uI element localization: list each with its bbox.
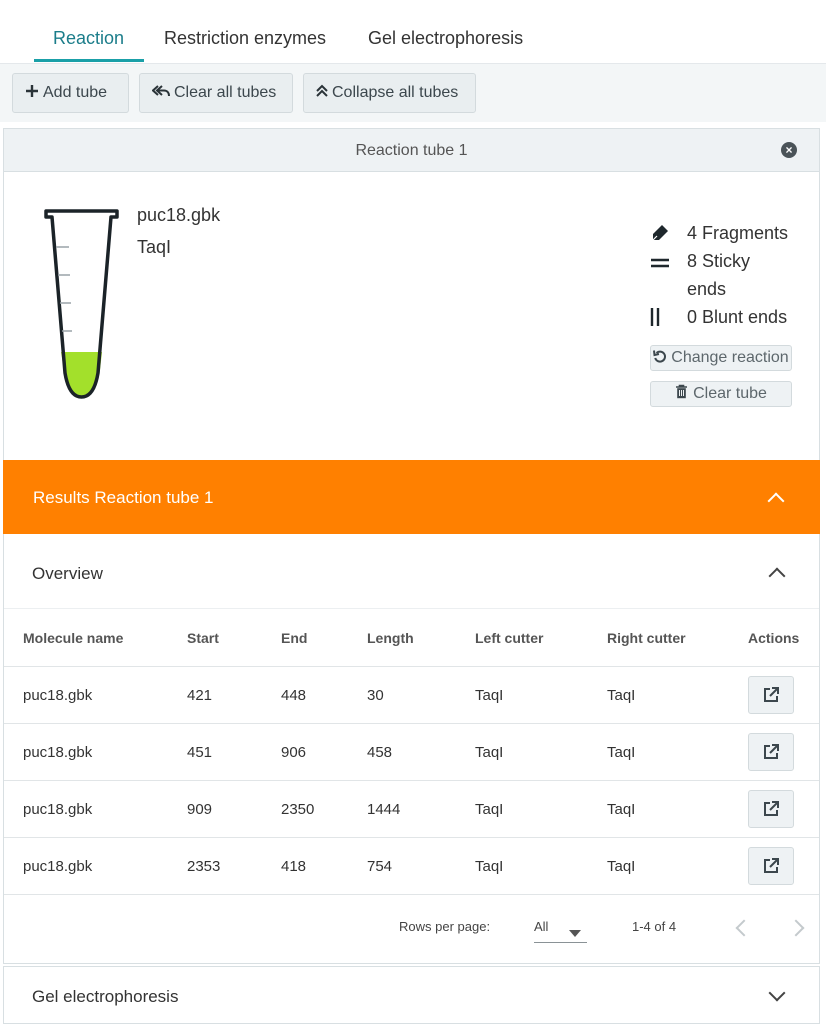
cell-left-cutter: TaqI: [475, 723, 607, 781]
add-tube-label: Add tube: [43, 84, 108, 101]
chevron-up-icon[interactable]: [767, 492, 785, 510]
tab-gel-electrophoresis[interactable]: Gel electrophoresis: [368, 28, 523, 49]
collapse-all-tubes-label: Collapse all tubes: [332, 84, 459, 101]
clear-all-tubes-button[interactable]: Clear all tubes: [139, 73, 293, 113]
add-tube-button[interactable]: Add tube: [12, 73, 129, 113]
trash-icon: [675, 384, 688, 404]
open-fragment-button[interactable]: [748, 847, 794, 885]
pagination-range: 1-4 of 4: [632, 919, 677, 934]
cell-length: 458: [367, 723, 475, 781]
col-length[interactable]: Length: [367, 609, 475, 667]
parallel-lines-icon: [650, 307, 660, 332]
plus-icon: [25, 83, 39, 103]
undo-icon: [653, 349, 667, 368]
fragments-table: Molecule name Start End Length Left cutt…: [4, 609, 819, 895]
external-link-icon: [764, 744, 779, 759]
tab-bar: Reaction Restriction enzymes Gel electro…: [0, 0, 826, 64]
cell-right-cutter: TaqI: [607, 723, 748, 781]
col-actions: Actions: [748, 609, 819, 667]
table-header-row: Molecule name Start End Length Left cutt…: [4, 609, 819, 667]
eraser-icon: [651, 224, 669, 247]
reaction-tube-header: Reaction tube 1 ×: [4, 129, 819, 172]
reply-all-icon: [151, 83, 170, 103]
cell-molecule: puc18.gbk: [4, 837, 187, 895]
cell-left-cutter: TaqI: [475, 666, 607, 724]
reaction-tube-panel: Reaction tube 1 × puc18.gbk TaqI 4 Fragm…: [3, 128, 820, 460]
col-molecule-name[interactable]: Molecule name: [4, 609, 187, 667]
gel-electrophoresis-title: Gel electrophoresis: [32, 987, 179, 1006]
change-reaction-button[interactable]: Change reaction: [650, 345, 792, 371]
cell-end: 2350: [281, 780, 367, 838]
sticky-ends-label: ends: [687, 279, 727, 299]
fragments-count: 4 Fragments: [687, 223, 789, 243]
tab-restriction-enzymes[interactable]: Restriction enzymes: [164, 28, 326, 49]
open-fragment-button[interactable]: [748, 733, 794, 771]
table-row: puc18.gbk 909 2350 1444 TaqI TaqI: [4, 780, 819, 838]
external-link-icon: [764, 858, 779, 873]
rows-per-page-select[interactable]: All: [534, 912, 587, 943]
tube-molecule-name: puc18.gbk: [137, 205, 221, 225]
cell-start: 909: [187, 780, 281, 838]
col-end[interactable]: End: [281, 609, 367, 667]
cell-end: 906: [281, 723, 367, 781]
cell-right-cutter: TaqI: [607, 666, 748, 724]
equals-icon: [650, 255, 670, 273]
overview-title: Overview: [32, 564, 103, 583]
collapse-all-tubes-button[interactable]: Collapse all tubes: [303, 73, 476, 113]
test-tube-icon: [44, 209, 119, 399]
cell-left-cutter: TaqI: [475, 837, 607, 895]
prev-page-icon[interactable]: [735, 919, 753, 937]
caret-down-icon: [569, 924, 581, 942]
next-page-icon[interactable]: [787, 919, 805, 937]
tube-enzyme-name: TaqI: [137, 237, 172, 257]
results-title: Results Reaction tube 1: [33, 488, 214, 507]
cell-molecule: puc18.gbk: [4, 723, 187, 781]
cell-left-cutter: TaqI: [475, 780, 607, 838]
cell-molecule: puc18.gbk: [4, 780, 187, 838]
rows-per-page-label: Rows per page:: [399, 919, 491, 934]
toolbar: Add tube Clear all tubes Collapse all tu…: [0, 64, 826, 122]
col-start[interactable]: Start: [187, 609, 281, 667]
table-row: puc18.gbk 421 448 30 TaqI TaqI: [4, 666, 819, 724]
col-right-cutter[interactable]: Right cutter: [607, 609, 748, 667]
cell-molecule: puc18.gbk: [4, 666, 187, 724]
double-chevron-up-icon: [316, 83, 328, 103]
rows-per-page-value: All: [534, 919, 549, 934]
table-row: puc18.gbk 451 906 458 TaqI TaqI: [4, 723, 819, 781]
results-header[interactable]: Results Reaction tube 1: [3, 460, 820, 534]
blunt-ends-count: 0 Blunt ends: [687, 307, 788, 327]
cell-end: 418: [281, 837, 367, 895]
cell-length: 30: [367, 666, 475, 724]
tab-reaction[interactable]: Reaction: [53, 28, 124, 49]
external-link-icon: [764, 801, 779, 816]
change-reaction-label: Change reaction: [671, 349, 789, 366]
cell-start: 451: [187, 723, 281, 781]
overview-chevron-up-icon[interactable]: [768, 567, 786, 585]
open-fragment-button[interactable]: [748, 790, 794, 828]
clear-tube-button[interactable]: Clear tube: [650, 381, 792, 407]
col-left-cutter[interactable]: Left cutter: [475, 609, 607, 667]
gel-electrophoresis-panel[interactable]: Gel electrophoresis: [3, 966, 820, 1024]
table-row: puc18.gbk 2353 418 754 TaqI TaqI: [4, 837, 819, 895]
cell-end: 448: [281, 666, 367, 724]
reaction-tube-title: Reaction tube 1: [355, 142, 468, 159]
external-link-icon: [764, 687, 779, 702]
results-body: Overview Molecule name Start End Length …: [3, 534, 820, 964]
cell-right-cutter: TaqI: [607, 780, 748, 838]
cell-start: 421: [187, 666, 281, 724]
sticky-ends-count: 8 Sticky: [687, 251, 751, 271]
cell-length: 754: [367, 837, 475, 895]
close-tube-icon[interactable]: ×: [781, 142, 797, 158]
clear-tube-label: Clear tube: [693, 385, 767, 402]
cell-right-cutter: TaqI: [607, 837, 748, 895]
chevron-down-icon[interactable]: [768, 984, 786, 1002]
clear-all-tubes-label: Clear all tubes: [174, 84, 277, 101]
active-tab-indicator: [34, 59, 144, 62]
cell-start: 2353: [187, 837, 281, 895]
open-fragment-button[interactable]: [748, 676, 794, 714]
cell-length: 1444: [367, 780, 475, 838]
